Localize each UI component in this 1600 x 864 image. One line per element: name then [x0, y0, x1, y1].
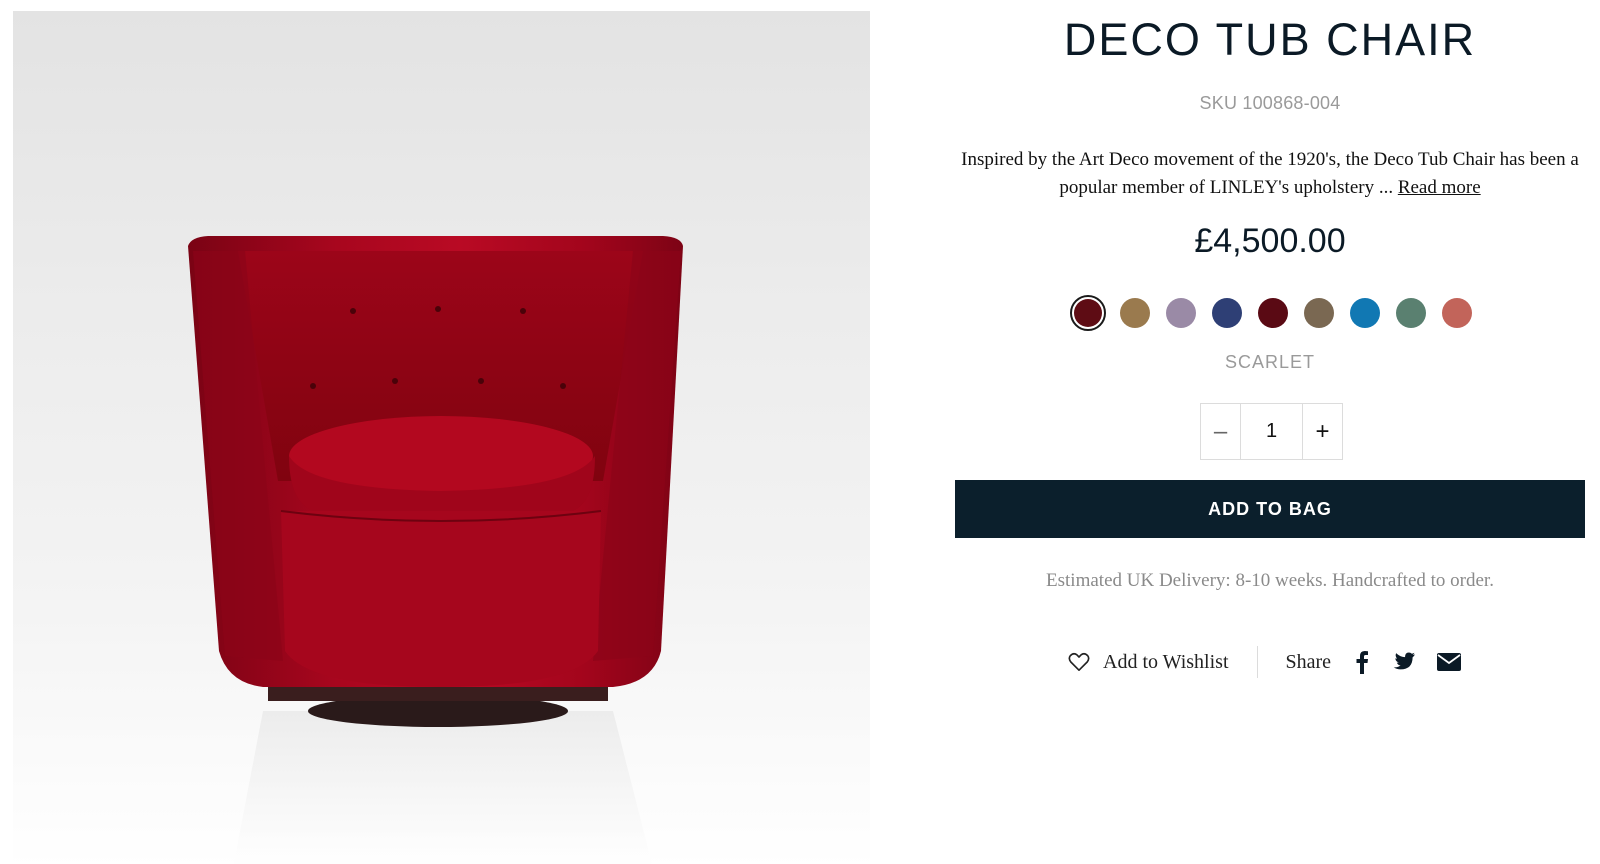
- product-actions: Add to Wishlist Share: [1068, 645, 1483, 679]
- color-swatch[interactable]: [1070, 295, 1106, 331]
- color-swatches: [1070, 295, 1488, 331]
- color-swatch[interactable]: [1350, 298, 1380, 328]
- facebook-icon[interactable]: [1355, 650, 1369, 674]
- quantity-value[interactable]: 1: [1241, 404, 1302, 459]
- add-to-bag-button[interactable]: ADD TO BAG: [955, 480, 1585, 538]
- chair-illustration: [188, 236, 683, 864]
- email-icon[interactable]: [1437, 653, 1462, 671]
- color-swatch[interactable]: [1304, 298, 1334, 328]
- product-title: DECO TUB CHAIR: [1063, 14, 1477, 65]
- color-swatch[interactable]: [1120, 298, 1150, 328]
- actions-divider: [1256, 646, 1258, 678]
- quantity-increase-button[interactable]: +: [1302, 404, 1342, 459]
- add-to-wishlist-button[interactable]: Add to Wishlist: [1068, 651, 1229, 674]
- delivery-info: Estimated UK Delivery: 8-10 weeks. Handc…: [1046, 570, 1494, 591]
- quantity-decrease-button[interactable]: –: [1201, 404, 1241, 459]
- selected-color-name: SCARLET: [1224, 352, 1316, 372]
- share-label: Share: [1285, 650, 1332, 673]
- quantity-stepper: – 1 +: [1200, 403, 1343, 460]
- color-swatch[interactable]: [1166, 298, 1196, 328]
- product-details-panel: DECO TUB CHAIR SKU 100868-004 Inspired b…: [955, 0, 1585, 864]
- product-image: [13, 11, 870, 864]
- color-swatch[interactable]: [1212, 298, 1242, 328]
- color-swatch[interactable]: [1396, 298, 1426, 328]
- product-price: £4,500.00: [1194, 222, 1346, 260]
- product-description: Inspired by the Art Deco movement of the…: [955, 146, 1585, 202]
- description-text: Inspired by the Art Deco movement of the…: [961, 149, 1579, 198]
- color-swatch[interactable]: [1258, 298, 1288, 328]
- read-more-link[interactable]: Read more: [1398, 177, 1481, 198]
- heart-icon: [1068, 652, 1090, 671]
- twitter-icon[interactable]: [1391, 652, 1416, 672]
- product-sku: SKU 100868-004: [1199, 93, 1341, 113]
- color-swatch[interactable]: [1442, 298, 1472, 328]
- wishlist-label: Add to Wishlist: [1103, 650, 1229, 673]
